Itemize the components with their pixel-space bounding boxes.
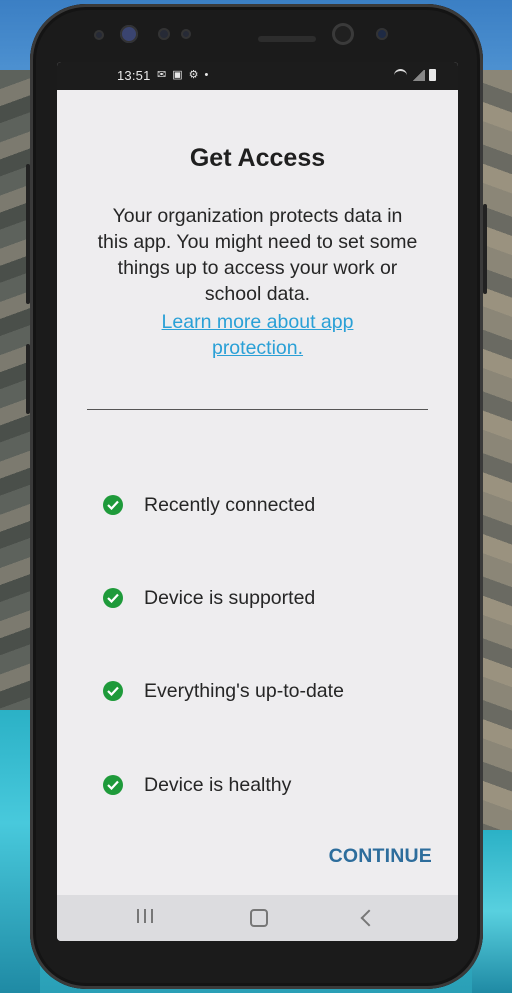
sensor-icon <box>94 30 104 40</box>
learn-more-link[interactable]: Learn more about app protection. <box>127 309 388 361</box>
volume-button <box>26 164 30 304</box>
check-label: Everything's up-to-date <box>144 679 344 702</box>
check-circle-icon <box>103 588 123 608</box>
check-label: Device is supported <box>144 586 316 609</box>
status-notification-icons: ✉ ▣ ⚙ • <box>157 68 209 82</box>
battery-icon <box>429 69 436 81</box>
divider <box>87 409 428 410</box>
continue-button[interactable]: CONTINUE <box>329 845 432 868</box>
dot-icon: • <box>204 68 209 81</box>
status-time: 13:51 <box>117 68 151 83</box>
home-icon[interactable] <box>250 909 268 927</box>
check-item-up-to-date: Everything's up-to-date <box>103 676 344 706</box>
check-label: Recently connected <box>144 493 316 516</box>
back-icon[interactable] <box>360 909 378 927</box>
check-circle-icon <box>103 775 123 795</box>
power-button <box>483 204 487 294</box>
check-circle-icon <box>103 495 123 515</box>
iris-camera-icon <box>376 28 388 40</box>
recent-apps-icon[interactable] <box>137 908 153 924</box>
status-system-icons <box>394 69 436 81</box>
page-title: Get Access <box>189 144 326 172</box>
signal-icon <box>411 69 425 81</box>
check-circle-icon <box>103 681 123 701</box>
app-screen: 13:51 ✉ ▣ ⚙ • Get Access Your organizati… <box>57 62 458 941</box>
proximity-sensor-icon <box>158 28 170 40</box>
check-item-device-healthy: Device is healthy <box>103 770 291 800</box>
bixby-button <box>26 344 30 414</box>
message-icon: ✉ <box>157 69 167 81</box>
light-sensor-icon <box>181 29 191 39</box>
wifi-icon <box>394 69 407 81</box>
front-camera-icon <box>332 23 354 45</box>
check-item-device-supported: Device is supported <box>103 583 315 613</box>
earpiece-speaker <box>258 36 316 42</box>
gear-icon: ⚙ <box>188 69 199 81</box>
iris-sensor-icon <box>120 25 138 43</box>
status-bar: 13:51 ✉ ▣ ⚙ • <box>57 62 458 90</box>
check-label: Device is healthy <box>144 773 292 796</box>
navigation-bar <box>57 895 458 941</box>
check-item-recently-connected: Recently connected <box>103 490 315 520</box>
description-text: Your organization protects data in this … <box>97 205 418 305</box>
image-icon: ▣ <box>172 69 183 81</box>
